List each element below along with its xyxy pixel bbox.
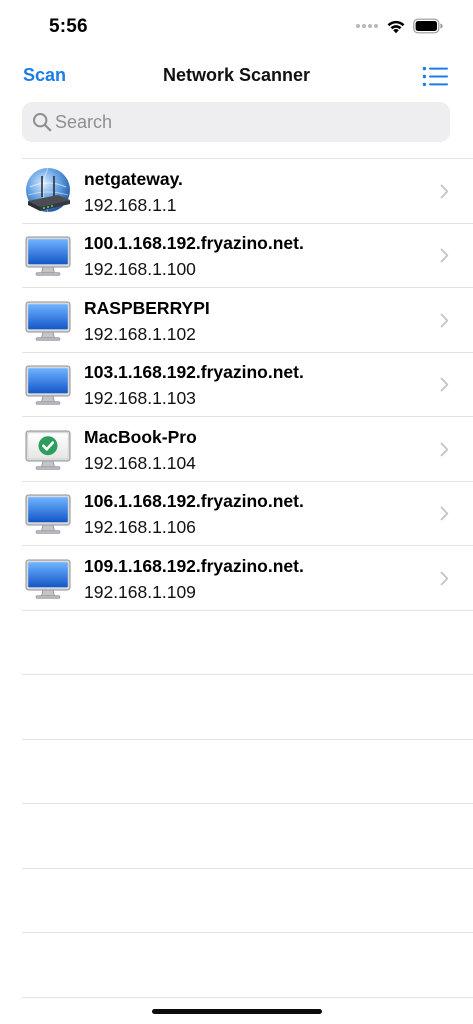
monitor-icon: [24, 231, 72, 279]
row-separator: [22, 996, 473, 998]
monitor-icon: [24, 296, 72, 344]
device-name: 103.1.168.192.fryazino.net.: [84, 362, 304, 382]
list-icon[interactable]: [422, 66, 449, 87]
chevron-right-icon: [440, 184, 449, 199]
chevron-right-icon: [440, 248, 449, 263]
home-indicator: [152, 1009, 322, 1014]
scan-button[interactable]: Scan: [23, 65, 66, 86]
monitor-icon: [24, 360, 72, 408]
navigation-bar: Network Scanner Scan: [0, 54, 473, 100]
device-ip: 192.168.1.100: [84, 259, 196, 279]
device-name: netgateway.: [84, 168, 183, 189]
row-separator: [22, 932, 473, 933]
device-name: MacBook-Pro: [84, 426, 197, 447]
row-separator: [22, 674, 473, 675]
search-icon: [33, 113, 52, 132]
battery-icon: [413, 18, 443, 34]
status-time: 5:56: [49, 16, 88, 37]
monitor-icon: [24, 554, 72, 602]
search-input[interactable]: [55, 102, 435, 142]
signal-dots-icon: [356, 24, 378, 28]
device-ip: 192.168.1.102: [84, 323, 196, 344]
chevron-right-icon: [440, 313, 449, 328]
device-ip: 192.168.1.103: [84, 388, 196, 408]
device-row[interactable]: RASPBERRYPI 192.168.1.102: [0, 288, 473, 353]
screen: 5:56 Network Scanner Scan Search netgate…: [0, 0, 473, 1024]
device-ip: 192.168.1.106: [84, 517, 196, 537]
device-name: RASPBERRYPI: [84, 297, 210, 318]
row-separator: [22, 867, 473, 869]
device-name: 100.1.168.192.fryazino.net.: [84, 233, 304, 253]
search-field[interactable]: [22, 102, 450, 142]
wifi-icon: [387, 20, 405, 34]
chevron-right-icon: [440, 377, 449, 392]
device-ip: 192.168.1.104: [84, 452, 196, 473]
page-title: Network Scanner: [162, 65, 311, 85]
device-row[interactable]: MacBook-Pro 192.168.1.104: [0, 417, 473, 482]
device-row[interactable]: 106.1.168.192.fryazino.net. 192.168.1.106: [0, 481, 473, 546]
device-ip: 192.168.1.109: [84, 581, 196, 602]
device-row[interactable]: 100.1.168.192.fryazino.net. 192.168.1.100: [0, 223, 473, 288]
device-name: 106.1.168.192.fryazino.net.: [84, 491, 304, 511]
monitor-icon: [24, 489, 72, 537]
monitor-checkmark-icon: [24, 425, 72, 473]
status-bar: 5:56: [0, 0, 473, 54]
row-separator: [22, 803, 473, 804]
chevron-right-icon: [440, 506, 449, 521]
row-separator: [22, 738, 473, 740]
chevron-right-icon: [440, 571, 449, 586]
device-row[interactable]: 109.1.168.192.fryazino.net. 192.168.1.109: [0, 546, 473, 611]
device-row[interactable]: netgateway. 192.168.1.1: [0, 159, 473, 224]
router-globe-icon: [24, 167, 72, 215]
device-name: 109.1.168.192.fryazino.net.: [84, 555, 304, 576]
device-ip: 192.168.1.1: [84, 194, 177, 215]
chevron-right-icon: [440, 442, 449, 457]
device-row[interactable]: 103.1.168.192.fryazino.net. 192.168.1.103: [0, 352, 473, 417]
